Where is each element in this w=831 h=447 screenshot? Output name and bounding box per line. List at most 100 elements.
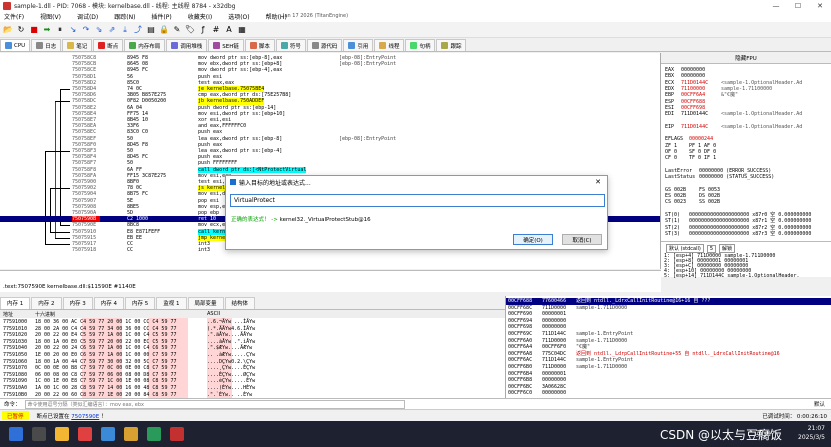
register-row[interactable]: ST(1) 00000000000000000000 x87r1 空 0.0000…	[665, 218, 811, 224]
tab-1[interactable]: 日志	[31, 39, 62, 51]
restart-icon[interactable]: ↻	[16, 25, 26, 35]
abc-icon[interactable]: A	[224, 25, 234, 35]
comment-icon[interactable]: ✎	[172, 25, 182, 35]
stack-row[interactable]: 00CFF69C 711D144C sample-1.EntryPoint	[506, 331, 831, 338]
tab-6[interactable]: SEH链	[208, 39, 244, 51]
minimize-button[interactable]: —	[765, 0, 787, 11]
status-address-link[interactable]: 7507590E	[71, 414, 99, 420]
dump-tab-6[interactable]: 局部变量	[187, 296, 224, 309]
file-explorer-icon[interactable]	[55, 427, 69, 441]
register-row[interactable]: ES 002B DS 002B	[665, 193, 739, 199]
stack-row[interactable]: 00CFF6AC 711D144C sample-1.EntryPoint	[506, 357, 831, 364]
register-row[interactable]	[665, 117, 721, 123]
cancel-button[interactable]: 取消(C)	[562, 234, 602, 245]
tab-12[interactable]: 句柄	[405, 39, 436, 51]
stack-row[interactable]: 00CFF6BC 3A06628C	[506, 384, 831, 391]
run-to-return-icon[interactable]: ⤴	[133, 25, 143, 35]
close-button[interactable]: ✕	[809, 0, 831, 11]
trace-into-icon[interactable]: ⇘	[94, 25, 104, 35]
dump-tab-1[interactable]: 内存 2	[31, 296, 62, 309]
command-mode-select[interactable]: 默认	[814, 400, 825, 408]
dump-row[interactable]: 77591010 28 00 2A 00 C4 C4 59 77 34 00 36…	[0, 326, 505, 333]
pause-icon[interactable]: ⏸	[55, 25, 65, 35]
tab-10[interactable]: 引用	[343, 39, 374, 51]
menu-debug[interactable]: 调试(D)	[77, 12, 98, 21]
step-over-icon[interactable]: ↷	[81, 25, 91, 35]
taskbar-clock[interactable]: 21:07 2025/3/5	[798, 424, 825, 442]
register-row[interactable]: CS 0023 SS 002B	[665, 199, 739, 205]
register-row[interactable]: GS 002B FS 0053	[665, 187, 739, 193]
register-row[interactable]	[665, 130, 721, 136]
register-row[interactable]: EBP 00CFF6A4 &"€魔"	[665, 92, 738, 98]
run-to-user-icon[interactable]: ⤓	[120, 25, 130, 35]
menu-trace[interactable]: 跟踪(N)	[114, 12, 135, 21]
edge-icon[interactable]	[101, 427, 115, 441]
register-row[interactable]: EFLAGS 00000244	[665, 136, 729, 142]
register-row[interactable]: LastStatus 00000000 (STATUS_SUCCESS)	[665, 174, 774, 180]
arg-count-select[interactable]: 5	[706, 244, 717, 253]
tab-4[interactable]: 内存布局	[124, 39, 166, 51]
stack-pane[interactable]: 00CFF688 77600466 返回到 ntdll._LdrxCallInitR…	[505, 296, 831, 398]
menu-plugins[interactable]: 插件(P)	[151, 12, 171, 21]
tab-0[interactable]: CPU	[0, 39, 31, 51]
stack-row[interactable]: 00CFF690 00000001	[506, 311, 831, 318]
unlock-checkbox[interactable]: 解锁	[719, 244, 736, 253]
step-into-icon[interactable]: ↘	[68, 25, 78, 35]
register-row[interactable]: ESI 00CFF698	[665, 105, 721, 111]
registers-pane[interactable]: 隐藏FPU EAX 00000000 EBX 00000000 ECX 711D0144C…	[661, 53, 831, 241]
register-row[interactable]	[665, 180, 721, 186]
browser-icon[interactable]	[78, 427, 92, 441]
stack-row[interactable]: 00CFF6B0 711D0000 sample-1.711D0000	[506, 364, 831, 371]
call-arg-row[interactable]: 5: [esp+14] 711D144C sample-1.OptionalHe…	[664, 273, 799, 279]
register-row[interactable]: ST(3) 00000000000000000000 x87r3 空 0.0000…	[665, 231, 811, 237]
run-icon[interactable]: ➡	[42, 25, 52, 35]
stack-row[interactable]: 00CFF694 00000000	[506, 318, 831, 325]
trace-over-icon[interactable]: ⇗	[107, 25, 117, 35]
ok-button[interactable]: 确定(O)	[513, 234, 553, 245]
dump-row[interactable]: 77591090 1C 00 1E 00 E8 C7 59 77 1C 00 1E…	[0, 378, 505, 385]
script-icon[interactable]: ▤	[146, 25, 156, 35]
system-tray[interactable]: ^ 英 ⊞	[748, 429, 771, 439]
stack-row[interactable]: 00CFF6A8 775C04DC 返回到 ntdll._LdrpCallInitR…	[506, 351, 831, 358]
stack-row[interactable]: 00CFF6B8 00000000	[506, 377, 831, 384]
label-icon[interactable]: 🏷	[185, 25, 195, 35]
dump-row[interactable]: 775910A0 1A 00 1C 00 28 C8 59 77 14 00 16…	[0, 385, 505, 392]
register-row[interactable]: ECX 711D0144C <sample-1.OptionalHeader.Ad	[665, 80, 802, 86]
stack-row[interactable]: 00CFF6B4 00000001	[506, 371, 831, 378]
dump-tab-0[interactable]: 内存 1	[0, 296, 31, 309]
tab-13[interactable]: 跟踪	[436, 39, 467, 51]
start-menu-icon[interactable]	[9, 427, 23, 441]
stack-row[interactable]: 00CFF6A0 711D0000 sample-1.711D0000	[506, 338, 831, 345]
register-row[interactable]: OF 0 SF 0 DF 0	[665, 149, 729, 155]
register-row[interactable]: ESP 00CFF688	[665, 99, 721, 105]
function-icon[interactable]: ƒ	[198, 25, 208, 35]
dump-tab-4[interactable]: 内存 5	[125, 296, 156, 309]
dump-row[interactable]: 77591050 1E 00 20 00 E0 C6 59 77 1A 00 1C…	[0, 352, 505, 359]
x32dbg-icon[interactable]	[170, 427, 184, 441]
dump-row[interactable]: 77591030 18 00 1A 00 E0 C5 59 77 20 00 22…	[0, 339, 505, 346]
calc-icon[interactable]: ▦	[237, 25, 247, 35]
dialog-close-icon[interactable]: ✕	[595, 178, 601, 186]
dump-row[interactable]: 77591000 18 00 36 00 AC C4 59 77 20 00 1C…	[0, 319, 505, 326]
register-row[interactable]: ST(0) 00000000000000000000 x87r0 空 0.0000…	[665, 212, 811, 218]
tab-9[interactable]: 源代码	[306, 39, 343, 51]
expression-input[interactable]: VirtualProtect	[230, 194, 605, 207]
dump-row[interactable]: 77591020 20 00 22 00 E4 C5 59 77 1A 00 1C…	[0, 332, 505, 339]
stack-row[interactable]: 00CFF6A4 00CFF6F0 "€魔"	[506, 344, 831, 351]
dump-row[interactable]: 77591070 0C 00 0E 00 B8 C7 59 77 0C 00 0E…	[0, 365, 505, 372]
dump-tab-3[interactable]: 内存 4	[93, 296, 124, 309]
register-row[interactable]: EIP 711D0144C <sample-1.OptionalHeader.Ad	[665, 124, 802, 130]
register-row[interactable]: EBX 00000000	[665, 73, 721, 79]
dump-tab-5[interactable]: 监视 1	[156, 296, 187, 309]
search-icon[interactable]	[32, 427, 46, 441]
menu-view[interactable]: 视图(V)	[40, 12, 61, 21]
stack-row[interactable]: 00CFF68C 711D0000 sample-1.711D0000	[506, 305, 831, 312]
close-icon[interactable]: ■	[29, 25, 39, 35]
register-row[interactable]: ST(2) 00000000000000000000 x87r2 空 0.0000…	[665, 225, 811, 231]
calling-convention-select[interactable]: 默认 (stdcall)	[666, 244, 704, 253]
dump-tab-2[interactable]: 内存 3	[62, 296, 93, 309]
register-row[interactable]	[665, 206, 721, 212]
tab-3[interactable]: 断点	[93, 39, 124, 51]
tab-2[interactable]: 笔记	[62, 39, 93, 51]
command-input[interactable]: 命令使用逗号分隔（类似汇编语言）：mov eax, ebx	[24, 399, 405, 409]
